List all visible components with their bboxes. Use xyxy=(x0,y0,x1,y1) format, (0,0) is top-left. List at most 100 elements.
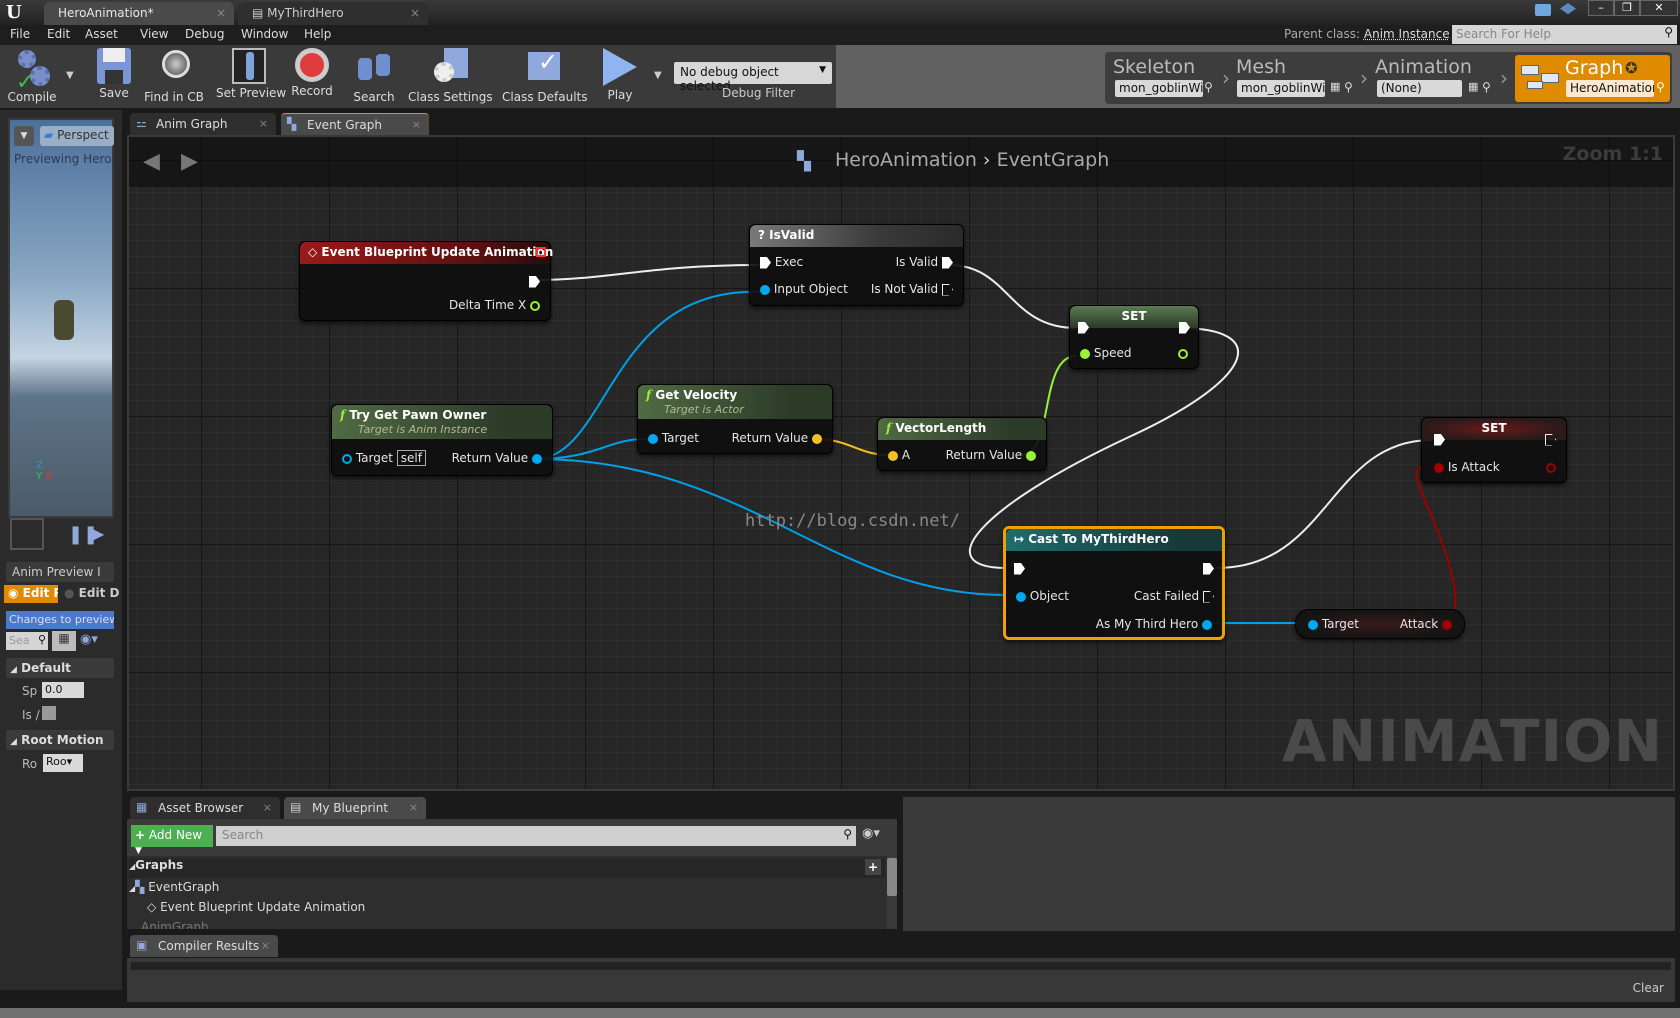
tab-compiler-results[interactable]: ▣ Compiler Results × xyxy=(130,935,278,957)
view-options-eye-icon[interactable]: ◉▾ xyxy=(862,826,880,841)
debug-object-select[interactable]: No debug object selected ▼ xyxy=(674,62,832,93)
node-try-get-pawn-owner[interactable]: f Try Get Pawn Owner Target is Anim Inst… xyxy=(331,404,553,476)
search-icon[interactable]: ⚲ xyxy=(1344,80,1353,94)
tree-category-graphs[interactable]: ◢Graphs xyxy=(129,858,885,878)
delegate-pin[interactable] xyxy=(536,247,546,257)
speed-value-input[interactable]: 0.0 xyxy=(42,682,84,698)
play-button[interactable]: Play xyxy=(598,48,642,108)
animation-value[interactable]: (None) xyxy=(1377,80,1462,97)
pin-object[interactable]: Object xyxy=(1016,589,1069,603)
close-icon[interactable]: × xyxy=(412,118,421,131)
tree-scrollbar[interactable] xyxy=(887,858,897,896)
pin-is-attack-out[interactable] xyxy=(1546,460,1556,474)
edit-preview-radio[interactable]: ◉ Edit Pr xyxy=(4,585,58,603)
close-icon[interactable]: × xyxy=(216,6,226,20)
pin-target[interactable]: Target self xyxy=(342,450,426,466)
learn-icon[interactable] xyxy=(1560,3,1576,15)
pin-is-not-valid[interactable]: Is Not Valid xyxy=(871,282,953,296)
details-search-input[interactable]: Sea ⚲ xyxy=(6,632,48,650)
menu-window[interactable]: Window xyxy=(241,27,288,41)
grid-icon[interactable]: ▦ xyxy=(1468,80,1478,93)
close-icon[interactable]: × xyxy=(410,6,420,20)
menu-help[interactable]: Help xyxy=(304,27,331,41)
tree-item-animgraph[interactable]: AnimGraph xyxy=(141,920,209,929)
exec-in-pin[interactable] xyxy=(1078,320,1089,334)
play-options-chevron-icon[interactable]: ▼ xyxy=(654,70,662,81)
node-event-update-animation[interactable]: ◇ Event Blueprint Update Animation Delta… xyxy=(299,241,553,321)
menu-debug[interactable]: Debug xyxy=(185,27,224,41)
skeleton-value[interactable]: mon_goblinWiz xyxy=(1115,80,1203,97)
viewport-options-chevron-icon[interactable]: ▼ xyxy=(14,126,34,146)
help-search-input[interactable]: Search For Help ⚲ xyxy=(1452,25,1677,44)
grid-icon[interactable]: ▦ xyxy=(1330,80,1340,93)
pin-is-attack[interactable]: Is Attack xyxy=(1434,460,1500,474)
chat-icon[interactable] xyxy=(1535,4,1551,16)
close-icon[interactable]: × xyxy=(261,939,270,952)
pin-exec[interactable]: Exec xyxy=(760,255,803,269)
node-set-is-attack[interactable]: SET Is Attack xyxy=(1421,417,1567,483)
close-icon[interactable]: × xyxy=(263,801,272,814)
search-button[interactable]: Search xyxy=(352,48,396,108)
mode-graph[interactable]: Graph ✪ HeroAnimation ⚲ xyxy=(1515,55,1670,102)
root-motion-select[interactable]: Roo▾ xyxy=(43,754,83,772)
node-vector-length[interactable]: f VectorLength A Return Value xyxy=(877,417,1047,471)
set-preview-button[interactable]: Set Preview xyxy=(216,48,286,108)
section-root-motion[interactable]: ◢ Root Motion xyxy=(6,730,114,750)
anim-preview-tab[interactable]: Anim Preview I xyxy=(6,562,114,582)
pin-cast-failed[interactable]: Cast Failed xyxy=(1134,589,1214,603)
node-set-speed[interactable]: SET Speed xyxy=(1069,305,1199,369)
eye-icon[interactable]: ◉▾ xyxy=(80,632,98,647)
tree-item-eventgraph[interactable]: ◢▚ EventGraph xyxy=(129,880,219,894)
pin-return-value[interactable]: Return Value xyxy=(946,448,1036,462)
compile-options-chevron-icon[interactable]: ▼ xyxy=(66,70,74,81)
tab-event-graph[interactable]: ▚ Event Graph × xyxy=(281,113,429,135)
pin-a[interactable]: A xyxy=(888,448,910,462)
parent-class-link[interactable]: Anim Instance xyxy=(1364,27,1450,41)
search-icon[interactable]: ⚲ xyxy=(1204,80,1213,94)
exec-out-pin[interactable] xyxy=(1203,561,1214,575)
pin-as-my-third-hero[interactable]: As My Third Hero xyxy=(1096,617,1212,631)
pin-target[interactable]: Target xyxy=(1308,617,1359,631)
tab-my-blueprint[interactable]: ▤ My Blueprint × xyxy=(284,797,426,819)
restore-button[interactable]: ❐ xyxy=(1614,0,1640,16)
view-mode-button[interactable]: ▰ Perspect xyxy=(40,126,114,146)
tab-asset-browser[interactable]: ▦ Asset Browser × xyxy=(130,797,280,819)
node-get-velocity[interactable]: f Get Velocity Target is Actor Target Re… xyxy=(637,384,833,454)
menu-view[interactable]: View xyxy=(140,27,168,41)
close-icon[interactable]: × xyxy=(409,801,418,814)
grid-view-icon[interactable]: ▦ xyxy=(52,631,76,651)
compile-button[interactable]: ✓ Compile xyxy=(4,48,60,108)
save-button[interactable]: Save xyxy=(94,48,134,108)
pin-speed-out[interactable] xyxy=(1178,346,1188,360)
pin-input-object[interactable]: Input Object xyxy=(760,282,848,296)
is-attack-checkbox[interactable] xyxy=(42,706,56,720)
search-icon[interactable]: ⚲ xyxy=(1656,80,1665,94)
mode-skeleton[interactable]: Skeleton xyxy=(1113,56,1195,78)
close-icon[interactable]: × xyxy=(259,117,268,130)
clear-button[interactable]: Clear xyxy=(1633,981,1664,995)
pin-speed[interactable]: Speed xyxy=(1080,346,1131,360)
tree-item-event[interactable]: ◇ Event Blueprint Update Animation xyxy=(147,900,365,914)
pin-return-value[interactable]: Return Value xyxy=(732,431,822,445)
add-graph-plus-icon[interactable]: + xyxy=(865,859,881,875)
edit-defaults-radio[interactable]: ● Edit De xyxy=(64,586,120,600)
search-icon[interactable]: ⚲ xyxy=(1482,80,1491,94)
add-new-button[interactable]: + Add New ▼ xyxy=(131,825,213,856)
doc-tab-mythirdhero[interactable]: ▤ MyThirdHero × xyxy=(238,2,428,25)
record-button[interactable]: Record xyxy=(290,48,334,108)
node-cast-to-mythirdhero[interactable]: ↦ Cast To MyThirdHero Object Cast Failed… xyxy=(1003,526,1225,640)
doc-tab-heroanimation[interactable]: HeroAnimation* × xyxy=(44,2,234,25)
mode-animation[interactable]: Animation xyxy=(1375,56,1472,78)
graph-value[interactable]: HeroAnimation xyxy=(1566,80,1654,97)
close-window-button[interactable]: ✕ xyxy=(1640,0,1678,16)
step-forward-icon[interactable]: ▶ xyxy=(92,524,104,543)
minimize-button[interactable]: – xyxy=(1588,0,1614,16)
exec-out-pin[interactable] xyxy=(1179,320,1190,334)
tab-anim-graph[interactable]: ⚍ Anim Graph × xyxy=(130,113,276,135)
preview-viewport[interactable]: ▼ ▰ Perspect Previewing HeroAn ZY X xyxy=(8,118,114,518)
blueprint-search-input[interactable]: Search ⚲ xyxy=(216,826,856,846)
pin-is-valid[interactable]: Is Valid xyxy=(896,255,953,269)
menu-edit[interactable]: Edit xyxy=(47,27,70,41)
class-settings-button[interactable]: Class Settings xyxy=(408,48,493,108)
mode-mesh[interactable]: Mesh xyxy=(1236,56,1286,78)
